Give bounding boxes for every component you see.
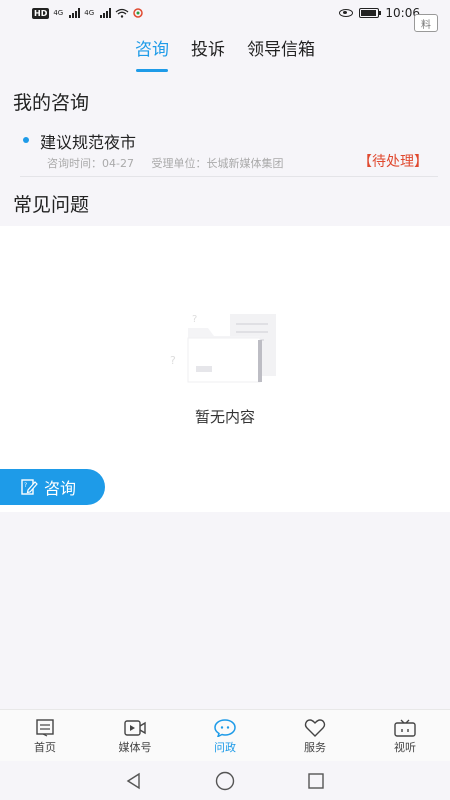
battery-icon [359,8,382,18]
chat-icon [214,719,236,737]
svg-text:?: ? [170,354,176,367]
nav-item-wenzheng[interactable]: 问政 [180,710,270,761]
signal-icon [69,8,81,18]
wifi-icon [115,8,129,18]
nav-label: 问政 [214,741,236,754]
consult-fab-label: 咨询 [44,479,77,498]
eye-icon [339,9,354,17]
status-bar: HD 4G 4G 10:06 [0,0,450,26]
nav-label: 视听 [394,741,416,754]
nav-label: 服务 [304,741,326,754]
signal-icon-2 [100,8,112,18]
bullet-icon [23,137,29,143]
material-button[interactable]: 料 [414,14,438,32]
home-icon [36,719,54,737]
my-consult-title: 我的咨询 [13,92,90,114]
svg-text:?: ? [192,314,197,325]
nav-label: 媒体号 [118,741,152,754]
item-title: 建议规范夜市 [40,133,137,152]
svg-text:?: ? [24,482,27,489]
item-meta: 咨询时间：04-27 受理单位：长城新媒体集团 [47,155,297,171]
home-circle-icon[interactable] [215,771,235,791]
video-icon [124,720,146,736]
nav-label: 首页 [34,741,56,754]
back-icon[interactable] [125,772,143,790]
list-item[interactable]: 建议规范夜市 咨询时间：04-27 受理单位：长城新媒体集团 【待处理】 [20,125,438,177]
consult-time: 咨询时间：04-27 [47,157,134,170]
nav-item-home[interactable]: 首页 [0,710,90,761]
signal-label-1: 4G [53,9,64,17]
heart-icon [304,719,326,737]
edit-icon: ? [21,479,38,495]
tv-icon [394,719,416,737]
status-right: 10:06 [339,6,420,20]
accepting-unit: 受理单位：长城新媒体集团 [151,157,284,170]
consult-fab-button[interactable]: ? 咨询 [0,469,105,505]
top-tabs: 咨询 投诉 领导信箱 [0,26,450,74]
hd-badge: HD [32,7,50,19]
tab-leader-mailbox[interactable]: 领导信箱 [236,26,326,74]
status-badge: 【待处理】 [358,154,428,170]
empty-folder-icon: ? ? [170,314,276,383]
tab-complaint[interactable]: 投诉 [180,26,236,74]
bottom-nav: 首页 媒体号 问政 服务 视听 [0,709,450,761]
tab-consult[interactable]: 咨询 [124,26,180,74]
app-notification-icon [133,8,143,18]
signal-label-2: 4G [84,9,95,17]
faq-title: 常见问题 [13,194,90,216]
nav-item-audio-video[interactable]: 视听 [360,710,450,761]
empty-text: 暂无内容 [194,408,255,426]
status-left: HD 4G 4G [32,7,143,19]
system-nav-bar [0,761,450,800]
nav-item-service[interactable]: 服务 [270,710,360,761]
recents-icon[interactable] [307,772,325,790]
nav-item-media[interactable]: 媒体号 [90,710,180,761]
